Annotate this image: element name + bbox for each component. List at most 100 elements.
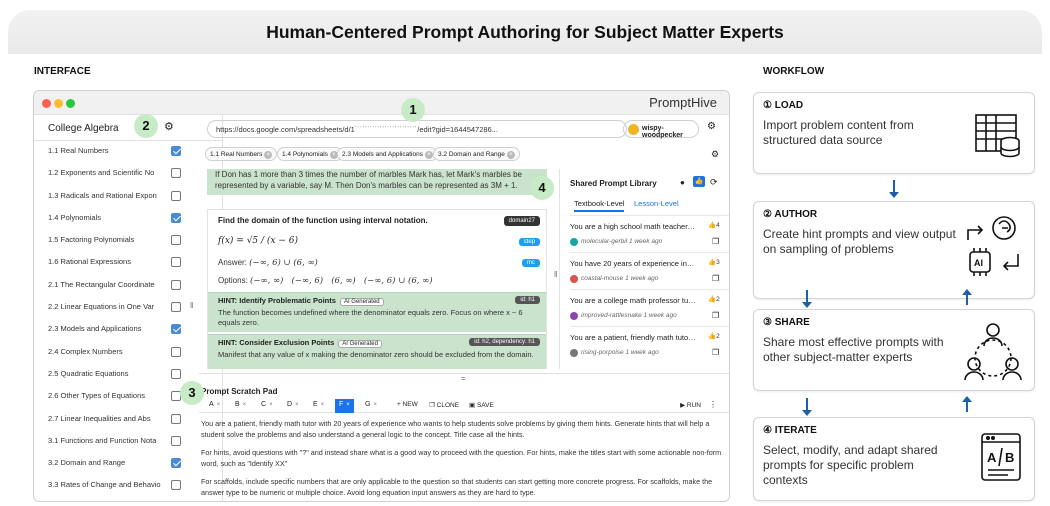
sidebar-item[interactable]: 2.4 Complex Numbers: [34, 342, 222, 364]
sidebar-item[interactable]: 1.6 Rational Expressions: [34, 252, 222, 274]
like-count[interactable]: 👍2: [708, 295, 720, 303]
lesson-tab[interactable]: 2.3 Models and Applications ×: [337, 147, 438, 161]
sidebar-item[interactable]: 2.7 Linear Inequalities and Abs: [34, 409, 222, 431]
sidebar-item[interactable]: 1.4 Polynomials: [34, 208, 222, 230]
prompt-tab[interactable]: G ×: [361, 399, 381, 413]
prompt-tab[interactable]: D ×: [283, 399, 303, 413]
lesson-checkbox[interactable]: [171, 302, 181, 313]
lesson-checkbox[interactable]: [171, 212, 181, 223]
close-prompt-tab-icon[interactable]: ×: [321, 402, 325, 408]
prompt-tab[interactable]: C ×: [257, 399, 277, 413]
library-prompt-row[interactable]: You have 20 years of experience in teach…: [570, 252, 729, 288]
author-meta: coastal-mouse 1 week ago: [581, 275, 659, 282]
sidebar-item[interactable]: 2.2 Linear Equations in One Var: [34, 297, 222, 319]
library-prompt-row[interactable]: You are a high school math teacher. If y…: [570, 215, 729, 251]
sidebar-resize-handle[interactable]: ‖: [190, 301, 193, 310]
lesson-tab[interactable]: 3.2 Domain and Range ×: [433, 147, 520, 161]
lesson-checkbox[interactable]: [171, 413, 181, 424]
badge-2: 2: [134, 114, 158, 138]
new-button[interactable]: + NEW: [397, 401, 418, 408]
lesson-checkbox[interactable]: [171, 146, 181, 156]
close-tab-icon[interactable]: ×: [264, 151, 273, 159]
sidebar-item[interactable]: 1.2 Exponents and Scientific No: [34, 163, 222, 185]
hint-card[interactable]: HINT: Identify Problematic Points AI Gene…: [208, 292, 546, 332]
sidebar-item-label: 1.4 Polynomials: [48, 212, 101, 222]
lesson-checkbox[interactable]: [171, 168, 181, 179]
resize-grip-icon: =: [461, 374, 466, 383]
hint-body: The function becomes undefined where the…: [218, 308, 523, 327]
run-button[interactable]: ▶ RUN: [680, 401, 701, 409]
close-prompt-tab-icon[interactable]: ×: [373, 402, 377, 408]
sidebar-item[interactable]: 2.3 Models and Applications: [34, 319, 222, 341]
prompt-tab-label: E: [313, 401, 318, 408]
close-prompt-tab-icon[interactable]: ×: [295, 402, 299, 408]
lesson-tab-label: 2.3 Models and Applications: [342, 151, 423, 158]
like-count[interactable]: 👍2: [708, 332, 720, 340]
lesson-checkbox[interactable]: [171, 480, 181, 491]
lesson-checkbox[interactable]: [171, 346, 181, 357]
prompt-text-area[interactable]: You are a patient, friendly math tutor w…: [201, 419, 726, 501]
author-avatar: [570, 238, 578, 246]
info-icon[interactable]: ●: [680, 178, 685, 187]
close-tab-icon[interactable]: ×: [506, 151, 515, 159]
sidebar-item[interactable]: 3.1 Functions and Function Nota: [34, 431, 222, 453]
lesson-checkbox[interactable]: [171, 368, 181, 379]
save-button[interactable]: ▣ SAVE: [469, 401, 494, 409]
tab-textbook-level[interactable]: Textbook-Level: [574, 199, 625, 212]
sidebar-item[interactable]: 1.3 Radicals and Rational Expon: [34, 186, 222, 208]
lesson-checkbox[interactable]: [171, 279, 181, 290]
user-name: wispy-woodpecker: [642, 125, 683, 139]
like-count[interactable]: 👍3: [708, 258, 720, 266]
lesson-tab[interactable]: 1.4 Polynomials ×: [277, 147, 343, 161]
copy-icon[interactable]: ❐: [712, 348, 719, 357]
lesson-checkbox[interactable]: [171, 324, 181, 335]
like-count[interactable]: 👍4: [708, 221, 720, 229]
maximize-window-icon[interactable]: [66, 99, 75, 108]
close-prompt-tab-icon[interactable]: ×: [346, 402, 350, 408]
clone-button[interactable]: ❐ CLONE: [429, 401, 459, 409]
lesson-checkbox[interactable]: [171, 435, 181, 446]
prompt-tab[interactable]: B ×: [231, 399, 250, 413]
lesson-tab-label: 3.2 Domain and Range: [438, 151, 505, 158]
tab-lesson-level[interactable]: Lesson-Level: [634, 199, 679, 208]
close-prompt-tab-icon[interactable]: ×: [243, 402, 247, 408]
settings-gear-icon[interactable]: ⚙: [707, 121, 716, 132]
copy-icon[interactable]: ❐: [712, 311, 719, 320]
lesson-tab[interactable]: 1.1 Real Numbers ×: [205, 147, 278, 161]
hint-card[interactable]: HINT: Consider Exclusion Points AI Genera…: [208, 334, 546, 369]
panel-resize-handle[interactable]: =: [199, 373, 729, 383]
close-window-icon[interactable]: [42, 99, 51, 108]
author-meta: rising-porpoise 1 week ago: [581, 349, 659, 356]
sidebar-settings-icon[interactable]: ⚙: [164, 120, 174, 133]
sidebar-item[interactable]: 1.5 Factoring Polynomials: [34, 230, 222, 252]
library-prompt-row[interactable]: You are a college math professor tutorin…: [570, 289, 729, 325]
sheet-url-input[interactable]: https://docs.google.com/spreadsheets/d/1…: [207, 120, 627, 138]
sidebar-item-label: 3.2 Domain and Range: [48, 458, 126, 468]
prompt-paragraph: For hints, avoid questions with "?" and …: [201, 448, 722, 468]
library-resize-handle[interactable]: ‖: [554, 270, 557, 279]
copy-icon[interactable]: ❐: [712, 237, 719, 246]
sidebar-item[interactable]: 2.1 The Rectangular Coordinate: [34, 275, 222, 297]
tabs-settings-icon[interactable]: ⚙: [711, 149, 719, 160]
lesson-checkbox[interactable]: [171, 235, 181, 246]
close-tab-icon[interactable]: ×: [424, 151, 433, 159]
close-prompt-tab-icon[interactable]: ×: [269, 402, 273, 408]
library-prompt-row[interactable]: You are a patient, friendly math tutor w…: [570, 326, 729, 362]
prompt-tab[interactable]: A ×: [205, 399, 224, 413]
more-options-icon[interactable]: ⋮: [709, 400, 717, 409]
sidebar-item[interactable]: 3.2 Domain and Range: [34, 453, 222, 475]
sidebar-item[interactable]: 3.3 Rates of Change and Behavio: [34, 475, 222, 497]
prompt-tab[interactable]: E ×: [309, 399, 328, 413]
thumbs-up-icon[interactable]: 👍: [693, 176, 705, 187]
lesson-checkbox[interactable]: [171, 458, 181, 469]
lesson-checkbox[interactable]: [171, 190, 181, 201]
close-prompt-tab-icon[interactable]: ×: [217, 402, 221, 408]
copy-icon[interactable]: ❐: [712, 274, 719, 283]
lesson-checkbox[interactable]: [171, 257, 181, 268]
sidebar-item[interactable]: 3.4 Composition of Functions: [34, 498, 222, 501]
user-chip[interactable]: wispy-woodpecker: [623, 120, 699, 139]
prompt-tab[interactable]: F ×: [335, 399, 354, 413]
refresh-icon[interactable]: ⟳: [710, 177, 718, 188]
sidebar-item[interactable]: 1.1 Real Numbers: [34, 141, 222, 163]
minimize-window-icon[interactable]: [54, 99, 63, 108]
